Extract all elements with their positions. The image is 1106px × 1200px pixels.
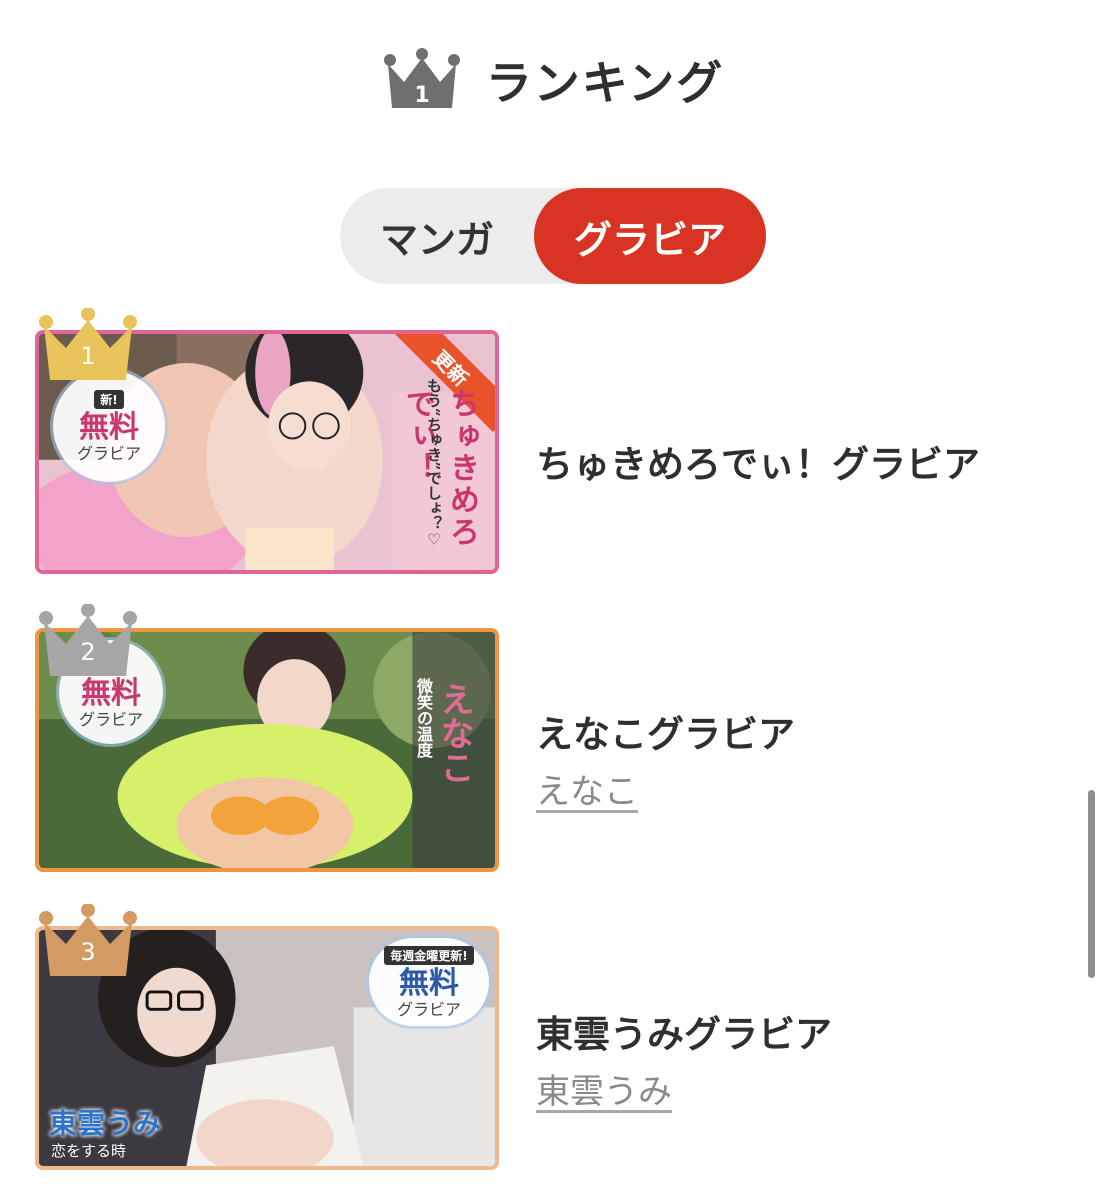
rank-crown-icon: 1 (39, 308, 137, 380)
free-gravure-badge: 毎週金曜更新! 無料 グラビア (369, 938, 489, 1026)
thumb-vertical-title: えなこ (434, 682, 474, 784)
category-tabs: マンガ グラビア (340, 188, 766, 284)
badge-caption: 毎週金曜更新! (384, 945, 474, 965)
rank-crown-icon: 2 (39, 604, 137, 676)
tab-gravure[interactable]: グラビア (534, 188, 766, 284)
item-title[interactable]: 東雲うみグラビア (536, 1004, 832, 1058)
crown-icon: 1 (383, 48, 460, 108)
badge-main-text: 無料 (81, 675, 141, 711)
tab-manga[interactable]: マンガ (340, 188, 534, 284)
item-title[interactable]: ちゅきめろでぃ！グラビア (536, 434, 980, 488)
thumb-name-sub: 恋をする時 (51, 1142, 127, 1160)
thumb-name-overlay: 東雲うみ (49, 1107, 162, 1140)
thumb-vertical-sub: 微笑の温度 (414, 678, 433, 758)
rank-crown-icon: 3 (39, 904, 137, 976)
badge-main-text: 無料 (399, 965, 459, 1001)
badge-main-text: 無料 (79, 409, 139, 445)
badge-caption: 新! (94, 389, 124, 409)
badge-sub-text: グラビア (76, 443, 141, 463)
item-author-link[interactable]: 東雲うみ (536, 1064, 672, 1113)
item-title[interactable]: えなこグラビア (536, 704, 795, 758)
scrollbar[interactable] (1088, 790, 1095, 978)
free-gravure-badge: 新! 無料 グラビア (53, 370, 165, 482)
page-title: ランキング (485, 56, 725, 110)
badge-sub-text: グラビア (78, 709, 143, 729)
rank-number: 1 (80, 342, 95, 370)
crown-number: 1 (414, 83, 429, 108)
thumb-vertical-sub: もう“ちゅき”でしょ？♡ (425, 378, 443, 549)
badge-sub-text: グラビア (396, 999, 461, 1019)
rank-number: 3 (80, 938, 95, 966)
rank-number: 2 (80, 638, 95, 666)
item-author-link[interactable]: えなこ (536, 764, 638, 813)
ranking-header: 1 ランキング (0, 40, 1106, 120)
